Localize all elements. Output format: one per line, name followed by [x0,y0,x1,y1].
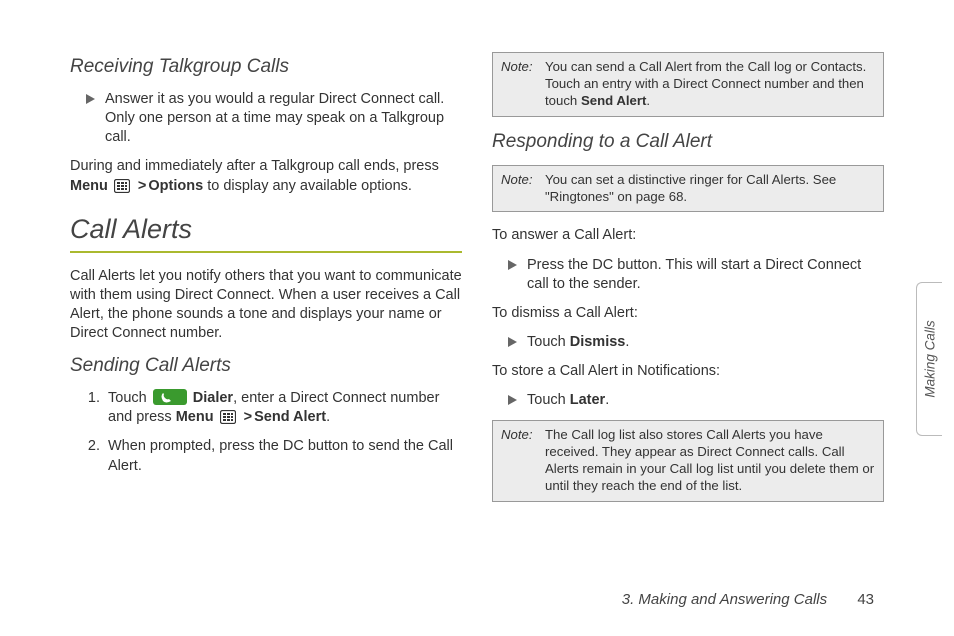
step-2: When prompted, press the DC button to se… [104,437,462,475]
bullet-text: Touch Dismiss. [527,333,629,352]
page-footer: 3. Making and Answering Calls 43 [622,591,874,608]
chevron-right-icon: > [136,178,148,194]
paragraph-call-alerts-intro: Call Alerts let you notify others that y… [70,267,462,344]
note-box: Note: You can send a Call Alert from the… [492,52,884,117]
side-tab: Making Calls [916,282,942,436]
triangle-bullet-icon [508,337,517,347]
page-number: 43 [857,591,874,608]
heading-call-alerts: Call Alerts [70,214,462,253]
note-label: Note: [501,59,539,110]
dialer-label: Dialer [193,390,233,406]
triangle-bullet-icon [508,260,517,270]
bullet-text: Touch Later. [527,391,609,410]
paragraph-dismiss-intro: To dismiss a Call Alert: [492,304,884,323]
step-1: Touch Dialer, enter a Direct Connect num… [104,389,462,427]
bullet-text: Press the DC button. This will start a D… [527,256,884,294]
paragraph-after-talkgroup: During and immediately after a Talkgroup… [70,157,462,195]
options-label: Options [148,178,203,194]
chapter-title: 3. Making and Answering Calls [622,591,827,608]
note-label: Note: [501,427,539,495]
triangle-bullet-icon [508,395,517,405]
bullet-item: Press the DC button. This will start a D… [492,256,884,294]
chevron-right-icon: > [242,409,254,425]
note-body: You can set a distinctive ringer for Cal… [545,172,875,206]
menu-label: Menu [176,409,214,425]
note-label: Note: [501,172,539,206]
send-alert-label: Send Alert [254,409,326,425]
note-body: You can send a Call Alert from the Call … [545,59,875,110]
paragraph-answer-intro: To answer a Call Alert: [492,226,884,245]
note-box: Note: The Call log list also stores Call… [492,420,884,502]
heading-responding: Responding to a Call Alert [492,131,884,153]
note-box: Note: You can set a distinctive ringer f… [492,165,884,213]
left-column: Receiving Talkgroup Calls Answer it as y… [70,52,462,516]
bullet-text: Answer it as you would a regular Direct … [105,90,462,147]
menu-key-icon [220,410,236,424]
menu-key-icon [114,179,130,193]
bullet-item: Touch Dismiss. [492,333,884,352]
ordered-steps: Touch Dialer, enter a Direct Connect num… [70,389,462,476]
right-column: Note: You can send a Call Alert from the… [492,52,884,516]
paragraph-store-intro: To store a Call Alert in Notifications: [492,362,884,381]
triangle-bullet-icon [86,94,95,104]
side-tab-label: Making Calls [922,320,937,397]
bullet-item: Touch Later. [492,391,884,410]
menu-label: Menu [70,178,108,194]
dialer-phone-icon [153,389,187,405]
heading-sending-call-alerts: Sending Call Alerts [70,355,462,377]
bullet-item: Answer it as you would a regular Direct … [70,90,462,147]
note-body: The Call log list also stores Call Alert… [545,427,875,495]
heading-receiving-talkgroup: Receiving Talkgroup Calls [70,56,462,78]
